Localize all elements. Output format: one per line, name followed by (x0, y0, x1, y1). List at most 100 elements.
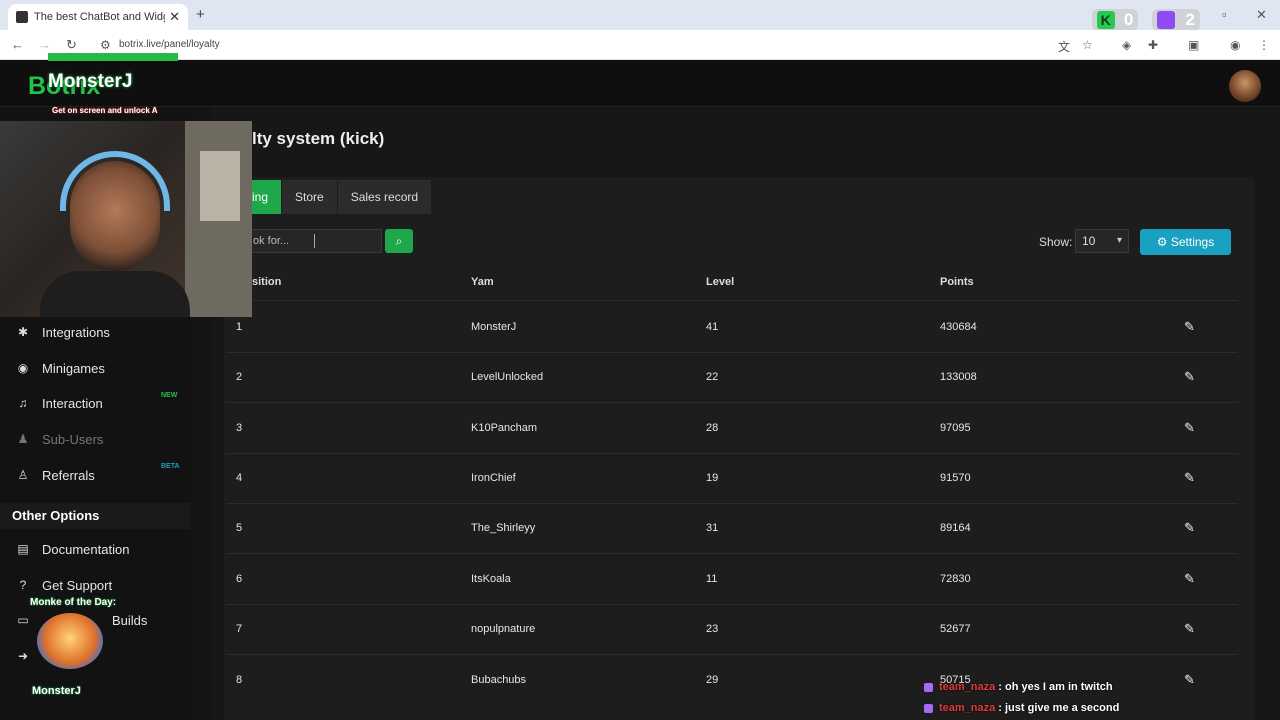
page-size-value: 10 (1082, 234, 1096, 248)
points-cell: 133008 (940, 371, 977, 383)
restore-window-icon[interactable]: ▫ (1222, 7, 1227, 22)
header-divider (226, 300, 1238, 301)
level-cell: 31 (706, 522, 719, 534)
table-row: 1 MonsterJ 41 430684 ✎ (226, 302, 1238, 353)
edit-icon[interactable]: ✎ (1184, 470, 1195, 486)
column-header-points[interactable]: Points (940, 276, 974, 288)
points-cell: 89164 (940, 522, 971, 534)
reload-icon[interactable]: ↻ (66, 37, 77, 53)
beta-badge: BETA (161, 463, 180, 470)
sidebar-item-label: Documentation (42, 541, 130, 557)
monster-label: MonsterJ (32, 685, 81, 697)
points-cell: 430684 (940, 321, 977, 333)
loyalty-tabs: ing Store Sales record (224, 180, 433, 214)
page-size-select[interactable]: 10 ▾ (1075, 229, 1129, 253)
level-cell: 29 (706, 674, 719, 686)
table-row: 6 ItsKoala 11 72830 ✎ (226, 554, 1238, 605)
sidebar-item-label: Referrals (42, 467, 95, 483)
tab-sales-record[interactable]: Sales record (337, 180, 433, 214)
site-info-icon[interactable]: ⚙ (100, 38, 111, 52)
music-icon: ♫ (18, 396, 28, 410)
sidebar-item-get-support[interactable]: ? Get Support (16, 575, 112, 595)
laptop-icon: ▭ (17, 613, 29, 627)
twitch-chat-icon (924, 682, 933, 692)
edit-icon[interactable]: ✎ (1184, 319, 1195, 335)
column-header-position[interactable]: sition (252, 276, 281, 288)
points-cell: 52677 (940, 623, 971, 635)
forward-icon[interactable]: → (38, 37, 51, 52)
bookmark-star-icon[interactable]: ☆ (1082, 38, 1093, 52)
column-header-name[interactable]: Yam (471, 276, 494, 288)
name-cell: LevelUnlocked (471, 371, 544, 383)
sidepanel-icon[interactable]: ▣ (1188, 38, 1199, 52)
sidebar-item-label: Interaction (42, 395, 103, 411)
sidebar-item-label: Get Support (42, 577, 113, 593)
new-tab-icon[interactable]: + (196, 6, 205, 23)
name-cell: MonsterJ (471, 321, 517, 333)
sidebar-item-label: Minigames (42, 360, 105, 376)
level-cell: 11 (706, 573, 718, 585)
edit-icon[interactable]: ✎ (1184, 571, 1195, 587)
menu-icon[interactable]: ⋮ (1258, 38, 1270, 52)
translate-icon[interactable]: 文 (1058, 38, 1070, 55)
sidebar-item-integrations[interactable]: ✱ Integrations (16, 322, 110, 342)
tab-title: The best ChatBot and Widgets (34, 11, 165, 23)
user-plus-icon: ♙ (17, 468, 29, 482)
profile-icon[interactable]: ◉ (1230, 38, 1240, 52)
close-window-icon[interactable]: ✕ (1256, 7, 1267, 23)
chat-message: team_naza : oh yes I am in twitch (924, 681, 1113, 693)
column-header-level[interactable]: Level (706, 276, 734, 288)
twitch-count: 2 (1185, 10, 1195, 29)
extensions-puzzle-icon[interactable]: ✚ (1148, 38, 1158, 52)
rank-cell: 2 (236, 371, 243, 383)
chat-text: : just give me a second (998, 702, 1120, 714)
close-tab-icon[interactable]: ✕ (169, 9, 180, 25)
back-icon[interactable]: ← (11, 37, 24, 52)
kick-logo-icon: K (1096, 11, 1115, 29)
search-button[interactable]: ⌕ (385, 229, 413, 253)
settings-button[interactable]: ⚙ Settings (1140, 229, 1231, 255)
address-bar[interactable]: botrix.live/panel/loyalty (119, 39, 220, 50)
name-cell: ItsKoala (471, 573, 511, 585)
level-cell: 19 (706, 472, 719, 484)
kick-counter-badge: K 0 (1092, 9, 1138, 31)
table-row: 8 Bubachubs 29 50715 ✎ (226, 655, 1238, 705)
sidebar-item-label: Sub-Users (42, 431, 104, 447)
extension-icon[interactable]: ◈ (1122, 38, 1131, 52)
edit-icon[interactable]: ✎ (1184, 621, 1195, 637)
sidebar-item-interaction[interactable]: ♫ Interaction (16, 393, 103, 413)
name-cell: K10Pancham (471, 422, 538, 434)
overlay-green-bar (48, 53, 178, 61)
name-cell: nopulpnature (471, 623, 536, 635)
book-icon: ▤ (17, 542, 29, 556)
sidebar-item-minigames[interactable]: ◉ Minigames (16, 358, 105, 378)
search-input[interactable]: ok for... (244, 229, 382, 253)
edit-icon[interactable]: ✎ (1184, 520, 1195, 536)
sidebar-item-label: Integrations (42, 324, 110, 340)
browser-tab[interactable]: The best ChatBot and Widgets ✕ (8, 4, 188, 30)
tab-store[interactable]: Store (282, 180, 338, 214)
chat-username: team_naza (939, 702, 996, 714)
points-cell: 97095 (940, 422, 971, 434)
rank-cell: 4 (236, 472, 243, 484)
puzzle-icon: ✱ (17, 325, 29, 339)
edit-icon[interactable]: ✎ (1184, 420, 1195, 436)
edit-icon[interactable]: ✎ (1184, 672, 1195, 688)
twitch-logo-icon (1157, 11, 1176, 29)
chat-text: : oh yes I am in twitch (998, 681, 1113, 693)
rank-cell: 6 (236, 573, 243, 585)
sidebar-item-documentation[interactable]: ▤ Documentation (16, 539, 129, 559)
name-cell: Bubachubs (471, 674, 527, 686)
name-cell: IronChief (471, 472, 516, 484)
settings-label: Settings (1170, 235, 1215, 249)
chat-message: team_naza : just give me a second (924, 702, 1119, 714)
level-cell: 28 (706, 422, 719, 434)
gear-icon: ⚙ (1156, 235, 1168, 249)
app-header (0, 61, 1280, 107)
monke-avatar (37, 613, 103, 669)
sidebar-item-referrals[interactable]: ♙ Referrals (16, 465, 95, 485)
sidebar-item-sub-users[interactable]: ♟ Sub-Users (16, 429, 104, 449)
avatar[interactable] (1229, 70, 1261, 102)
users-icon: ♟ (17, 432, 29, 446)
edit-icon[interactable]: ✎ (1184, 369, 1195, 385)
